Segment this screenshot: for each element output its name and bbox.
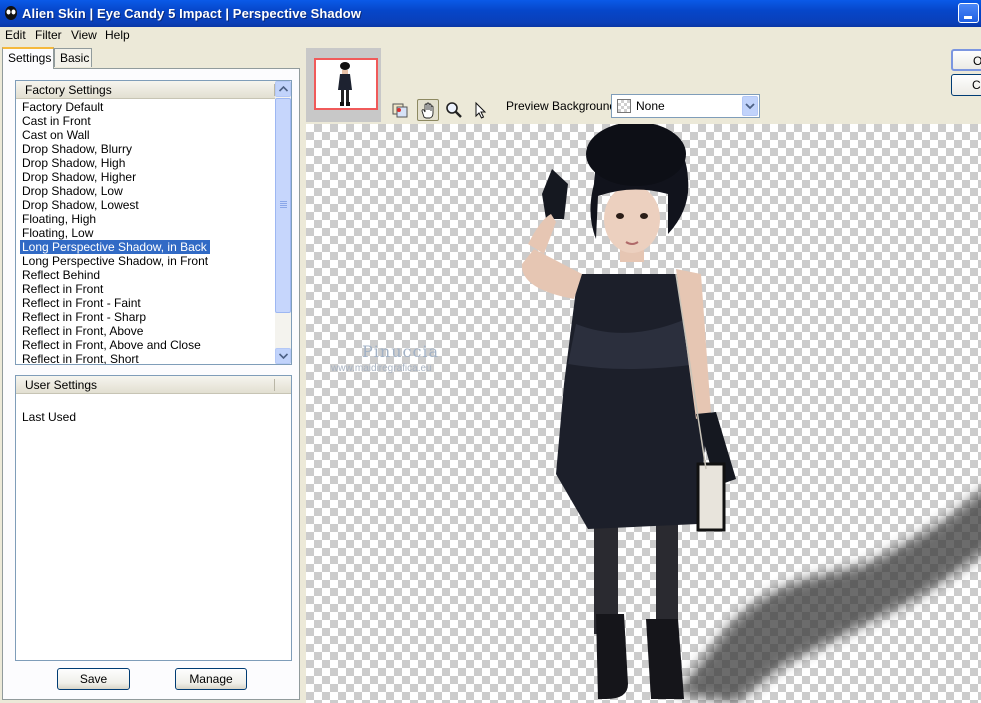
figure-boot-right — [646, 619, 684, 699]
preview-background-label: Preview Background: — [506, 99, 620, 113]
settings-panel: Factory Settings Factory Default Cast in … — [2, 68, 300, 700]
minimize-icon — [964, 16, 972, 19]
arrow-pointer-icon — [475, 101, 487, 119]
factory-preset-item[interactable]: Reflect in Front - Sharp — [20, 310, 210, 324]
menu-bar: Edit Filter View Help — [0, 27, 981, 45]
thumbnail-figure — [338, 62, 352, 106]
factory-preset-item[interactable]: Floating, Low — [20, 226, 210, 240]
menu-view[interactable]: View — [71, 28, 97, 42]
figure-glove-raised — [542, 169, 568, 219]
preview-image — [521, 124, 981, 703]
factory-preset-item[interactable]: Long Perspective Shadow, in Back — [20, 240, 211, 254]
preview-compare-button[interactable] — [389, 99, 411, 121]
column-separator — [274, 379, 275, 391]
grip-line — [280, 203, 287, 204]
factory-preset-item[interactable]: Long Perspective Shadow, in Front — [20, 254, 210, 268]
zoom-icon — [446, 102, 462, 118]
scroll-up-button[interactable] — [275, 81, 291, 97]
factory-preset-item[interactable]: Reflect in Front - Faint — [20, 296, 210, 310]
factory-preset-item[interactable]: Cast in Front — [20, 114, 210, 128]
preview-compare-icon — [392, 103, 408, 118]
window-title: Alien Skin | Eye Candy 5 Impact | Perspe… — [22, 6, 362, 21]
grip-line — [280, 201, 287, 202]
menu-help[interactable]: Help — [105, 28, 130, 42]
zoom-tool-button[interactable] — [443, 99, 465, 121]
factory-preset-item[interactable]: Reflect in Front, Above and Close — [20, 338, 210, 352]
figure-leg-right — [656, 524, 678, 634]
factory-settings-header-label: Factory Settings — [25, 83, 112, 97]
chevron-down-icon — [745, 103, 755, 110]
factory-settings-list[interactable]: Factory Settings Factory Default Cast in … — [15, 80, 292, 365]
alien-skin-app-icon[interactable] — [4, 5, 18, 21]
preview-background-select[interactable]: None — [611, 94, 760, 118]
chevron-down-icon — [279, 353, 288, 359]
hand-tool-button[interactable] — [417, 99, 439, 121]
user-preset-item[interactable]: Last Used — [20, 410, 78, 424]
user-settings-list[interactable]: User Settings Last Used — [15, 375, 292, 661]
grip-line — [280, 205, 287, 206]
factory-preset-item[interactable]: Drop Shadow, High — [20, 156, 210, 170]
factory-preset-item[interactable]: Cast on Wall — [20, 128, 210, 142]
cancel-button[interactable]: Cancel — [951, 74, 981, 96]
factory-preset-item[interactable]: Reflect in Front — [20, 282, 210, 296]
figure-handbag — [696, 462, 726, 532]
transparent-swatch-icon — [617, 99, 631, 113]
user-settings-items: Last Used — [20, 410, 78, 424]
scroll-down-button[interactable] — [275, 348, 291, 364]
figure-face — [604, 185, 660, 253]
factory-preset-item[interactable]: Drop Shadow, Blurry — [20, 142, 210, 156]
factory-preset-item[interactable]: Floating, High — [20, 212, 210, 226]
factory-preset-item[interactable]: Reflect in Front, Short — [20, 352, 210, 364]
factory-preset-item[interactable]: Drop Shadow, Higher — [20, 170, 210, 184]
figure-hat — [586, 124, 686, 186]
manage-button[interactable]: Manage — [175, 668, 247, 690]
menu-edit[interactable]: Edit — [5, 28, 26, 42]
navigator-thumbnail[interactable] — [306, 48, 381, 122]
factory-settings-header[interactable]: Factory Settings — [16, 81, 276, 99]
factory-list-scrollbar[interactable] — [275, 81, 291, 364]
figure-arm-raised-lower — [528, 214, 556, 254]
factory-preset-item[interactable]: Factory Default — [20, 100, 210, 114]
preview-canvas[interactable]: Pinuccia www.maidiregrafica.eu — [306, 124, 981, 703]
scroll-thumb[interactable] — [275, 98, 291, 313]
user-settings-header-label: User Settings — [25, 378, 98, 392]
ok-button[interactable]: OK — [951, 49, 981, 71]
grip-line — [280, 207, 287, 208]
factory-preset-item[interactable]: Drop Shadow, Lowest — [20, 198, 210, 212]
save-button[interactable]: Save — [57, 668, 130, 690]
factory-preset-item[interactable]: Reflect Behind — [20, 268, 210, 282]
menu-filter[interactable]: Filter — [35, 28, 62, 42]
figure-arm-raised — [521, 249, 582, 299]
factory-settings-items: Factory Default Cast in Front Cast on Wall… — [20, 100, 211, 364]
user-settings-header[interactable]: User Settings — [16, 376, 291, 394]
factory-preset-item[interactable]: Reflect in Front, Above — [20, 324, 210, 338]
hand-pan-icon — [421, 102, 434, 119]
title-bar: Alien Skin | Eye Candy 5 Impact | Perspe… — [0, 0, 981, 27]
pointer-tool-button[interactable] — [469, 99, 491, 121]
chevron-up-icon — [279, 86, 288, 92]
preview-background-value: None — [636, 99, 665, 113]
tab-settings[interactable]: Settings — [2, 47, 54, 69]
dropdown-arrow-button[interactable] — [742, 96, 758, 116]
tab-basic[interactable]: Basic — [54, 48, 92, 67]
minimize-button[interactable] — [958, 3, 979, 23]
navigator-viewport-frame[interactable] — [314, 58, 378, 110]
figure-boot-left — [596, 614, 628, 699]
factory-preset-item[interactable]: Drop Shadow, Low — [20, 184, 210, 198]
